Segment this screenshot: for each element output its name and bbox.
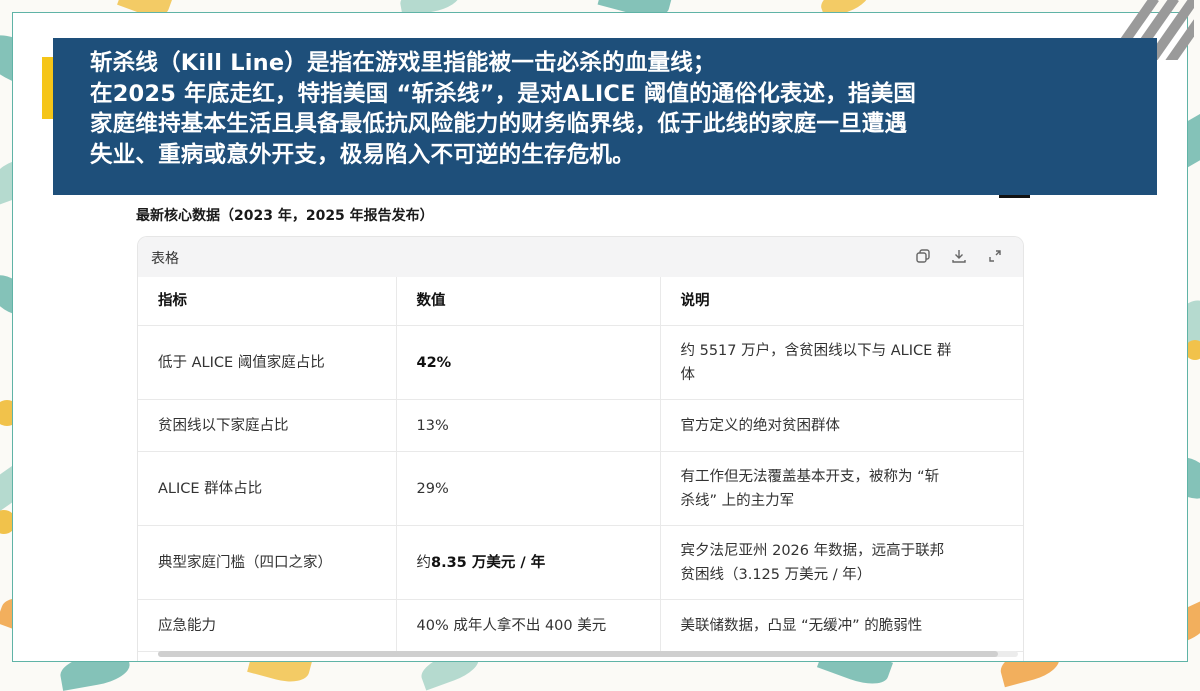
- header-cell: 数值: [396, 277, 661, 326]
- data-table: 指标 数值 说明 低于 ALICE 阈值家庭占比 42% 约 5517 万户，含…: [138, 277, 1023, 652]
- banner-line: 在2025 年底走红，特指美国 “斩杀线”，是对ALICE 阈值的通俗化表述，指…: [90, 80, 917, 107]
- note-line: 约 5517 万户，含贫困线以下与 ALICE 群: [680, 342, 952, 359]
- indicator-cell: 低于 ALICE 阈值家庭占比: [138, 325, 397, 400]
- table-label: 表格: [151, 251, 179, 267]
- indicator-cell: ALICE 群体占比: [138, 451, 397, 526]
- header-cell: 说明: [660, 277, 1023, 326]
- note-cell: 有工作但无法覆盖基本开支，被称为 “斩 杀线” 上的主力军: [660, 451, 1023, 526]
- banner-line: 家庭维持基本生活且具备最低抗风险能力的财务临界线，低于此线的家庭一旦遭遇: [90, 111, 908, 137]
- table-row: 低于 ALICE 阈值家庭占比 42% 约 5517 万户，含贫困线以下与 AL…: [138, 325, 1023, 400]
- download-icon[interactable]: [950, 247, 968, 265]
- indicator-cell: 贫困线以下家庭占比: [138, 399, 397, 452]
- note-line: 有工作但无法覆盖基本开支，被称为 “斩: [680, 468, 940, 485]
- note-line: 体: [680, 366, 696, 383]
- value-cell: 42%: [396, 325, 661, 400]
- scrollbar-thumb[interactable]: [158, 651, 998, 657]
- table-row: ALICE 群体占比 29% 有工作但无法覆盖基本开支，被称为 “斩 杀线” 上的…: [138, 451, 1023, 526]
- value-cell: 29%: [396, 451, 661, 526]
- value-prefix: 约: [416, 554, 432, 571]
- note-cell: 宾夕法尼亚州 2026 年数据，远高于联邦 贫困线（3.125 万美元 / 年）: [660, 525, 1023, 600]
- indicator-cell: 应急能力: [138, 599, 397, 652]
- header-cell: 指标: [138, 277, 397, 326]
- indicator-cell: 典型家庭门槛（四口之家）: [138, 525, 397, 600]
- table-row: 典型家庭门槛（四口之家） 约8.35 万美元 / 年 宾夕法尼亚州 2026 年…: [138, 525, 1023, 600]
- section-title: 最新核心数据（2023 年，2025 年报告发布）: [136, 208, 434, 224]
- value-cell: 13%: [396, 399, 661, 452]
- note-cell: 约 5517 万户，含贫困线以下与 ALICE 群体: [660, 325, 1023, 400]
- value-emphasis: 8.35 万美元 / 年: [431, 554, 546, 571]
- expand-icon[interactable]: [986, 247, 1004, 265]
- definition-banner: 斩杀线（Kill Line）是指在游戏里指能被一击必杀的血量线； 在2025 年…: [53, 38, 1157, 195]
- note-line: 贫困线（3.125 万美元 / 年）: [680, 566, 872, 583]
- note-line: 杀线” 上的主力军: [680, 492, 795, 509]
- value-cell: 40% 成年人拿不出 400 美元: [396, 599, 661, 652]
- value-cell: 约8.35 万美元 / 年: [396, 525, 661, 600]
- banner-line: 斩杀线（Kill Line）是指在游戏里指能被一击必杀的血量线；: [90, 50, 716, 76]
- note-cell: 美联储数据，凸显 “无缓冲” 的脆弱性: [660, 599, 1023, 652]
- table-header-row: 指标 数值 说明: [138, 277, 1023, 326]
- table-row: 应急能力 40% 成年人拿不出 400 美元 美联储数据，凸显 “无缓冲” 的脆…: [138, 599, 1023, 652]
- data-table-card: 表格 指标 数值 说明 低于 ALICE 阈值家庭占比 42% 约 5517 万…: [137, 236, 1024, 661]
- horizontal-scrollbar[interactable]: [158, 651, 1018, 657]
- table-toolbar: 表格: [138, 237, 1023, 277]
- banner-line: 失业、重病或意外开支，极易陷入不可逆的生存危机。: [90, 141, 635, 168]
- table-row: 贫困线以下家庭占比 13% 官方定义的绝对贫困群体: [138, 399, 1023, 452]
- note-cell: 官方定义的绝对贫困群体: [660, 399, 1023, 452]
- data-panel: 最新核心数据（2023 年，2025 年报告发布） 表格 指标 数值 说明 低于…: [124, 198, 1030, 661]
- note-line: 宾夕法尼亚州 2026 年数据，远高于联邦: [680, 542, 945, 559]
- copy-icon[interactable]: [914, 247, 932, 265]
